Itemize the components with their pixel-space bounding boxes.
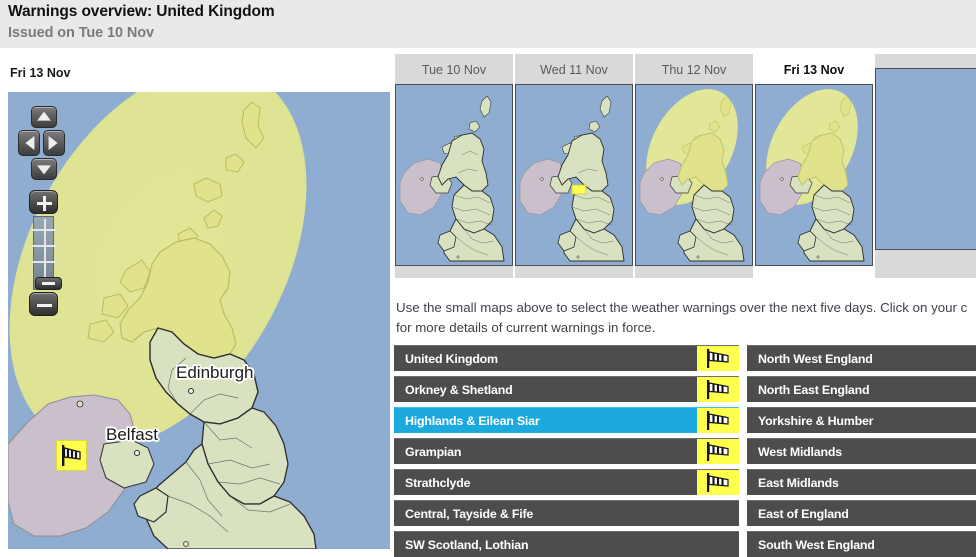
- zoom-slider[interactable]: [32, 216, 62, 290]
- pan-right-button[interactable]: [43, 130, 65, 156]
- region-column-right: North West England North East England Yo…: [747, 345, 976, 557]
- region-row-north-west-england[interactable]: North West England: [747, 345, 976, 371]
- pan-left-button[interactable]: [18, 130, 40, 156]
- map-graphic: [8, 92, 390, 549]
- region-wind-warning[interactable]: [697, 377, 739, 402]
- region-label: Strathclyde: [405, 475, 471, 490]
- region-label: Highlands & Eilean Siar: [405, 413, 540, 428]
- region-warning-list: United Kingdom Orkney & Shetland Highlan…: [394, 345, 976, 557]
- windsock-icon: [707, 410, 729, 430]
- right-panel: Tue 10 Nov Wed 11 Nov Thu 12 Nov Fri 13 …: [390, 48, 976, 557]
- region-row-orkney-shetland[interactable]: Orkney & Shetland: [394, 376, 739, 402]
- main-map-date-label: Fri 13 Nov: [10, 66, 71, 80]
- day-thumbnail-wed-11-nov[interactable]: Wed 11 Nov: [515, 54, 635, 278]
- windsock-icon: [707, 348, 729, 368]
- day-thumbnail-strip: Tue 10 Nov Wed 11 Nov Thu 12 Nov Fri 13 …: [395, 54, 976, 278]
- region-wind-warning[interactable]: [697, 470, 739, 495]
- city-dot-edinburgh: [188, 388, 194, 394]
- region-row-grampian[interactable]: Grampian: [394, 438, 739, 464]
- region-row-south-west-england[interactable]: South West England: [747, 531, 976, 557]
- region-wind-warning[interactable]: [697, 439, 739, 464]
- thumbnail-map: [755, 84, 873, 266]
- issued-date: Issued on Tue 10 Nov: [8, 25, 154, 41]
- thumbnail-map: [515, 84, 633, 266]
- region-row-north-east-england[interactable]: North East England: [747, 376, 976, 402]
- slider-tick: [32, 261, 57, 263]
- region-row-sw-scotland-lothian[interactable]: SW Scotland, Lothian: [394, 531, 739, 557]
- thumbnail-map: [395, 84, 513, 266]
- region-label: North West England: [758, 351, 873, 366]
- page-header: Warnings overview: United Kingdom Issued…: [0, 0, 976, 48]
- region-row-yorkshire-humber[interactable]: Yorkshire & Humber: [747, 407, 976, 433]
- map-navigation-controls[interactable]: [18, 106, 65, 318]
- region-label: North East England: [758, 382, 870, 397]
- slider-tick: [32, 229, 57, 231]
- day-thumbnail-tue-10-nov[interactable]: Tue 10 Nov: [395, 54, 515, 278]
- city-label-edinburgh: Edinburgh: [176, 363, 254, 382]
- thumbnail-map-graphic: [516, 85, 632, 265]
- region-row-east-midlands[interactable]: East Midlands: [747, 469, 976, 495]
- region-label: Yorkshire & Humber: [758, 413, 874, 428]
- zoom-slider-handle[interactable]: [35, 277, 62, 290]
- thumbnail-label: Fri 13 Nov: [783, 63, 845, 77]
- city-dot-belfast: [134, 450, 140, 456]
- region-label: United Kingdom: [405, 351, 498, 366]
- windsock-icon: [62, 445, 81, 466]
- interactive-map[interactable]: Edinburgh Belfast Cardiff London: [8, 92, 390, 549]
- region-label: West Midlands: [758, 444, 842, 459]
- pan-up-button[interactable]: [31, 106, 57, 128]
- region-label: SW Scotland, Lothian: [405, 537, 529, 552]
- city-label-belfast: Belfast: [106, 425, 158, 444]
- thumbnail-label: Tue 10 Nov: [421, 63, 487, 77]
- page-title: Warnings overview: United Kingdom: [8, 3, 275, 20]
- region-label: East Midlands: [758, 475, 839, 490]
- thumbnail-map: [875, 68, 976, 250]
- main-map-panel: Fri 13 Nov Edinburgh Belfast: [0, 48, 390, 549]
- day-thumbnail-fri-13-nov[interactable]: Fri 13 Nov: [755, 54, 875, 278]
- thumbnail-label: Wed 11 Nov: [540, 63, 608, 77]
- region-label: South West England: [758, 537, 875, 552]
- region-wind-warning[interactable]: [697, 346, 739, 371]
- region-row-united-kingdom[interactable]: United Kingdom: [394, 345, 739, 371]
- pan-down-button[interactable]: [31, 158, 57, 180]
- windsock-icon: [707, 472, 729, 492]
- region-row-west-midlands[interactable]: West Midlands: [747, 438, 976, 464]
- region-row-east-of-england[interactable]: East of England: [747, 500, 976, 526]
- instructions-text: Use the small maps above to select the w…: [396, 300, 968, 335]
- windsock-icon: [707, 441, 729, 461]
- region-label: East of England: [758, 506, 849, 521]
- day-thumbnail-next[interactable]: [875, 54, 976, 278]
- zoom-out-button[interactable]: [29, 292, 58, 316]
- region-label: Grampian: [405, 444, 462, 459]
- thumbnail-map: [635, 84, 753, 266]
- thumbnail-label: Thu 12 Nov: [661, 63, 727, 77]
- zoom-in-button[interactable]: [29, 190, 58, 214]
- region-wind-warning[interactable]: [697, 408, 739, 433]
- windsock-icon: [707, 379, 729, 399]
- thumbnail-map-graphic: [756, 85, 872, 265]
- slider-tick: [32, 245, 57, 247]
- region-row-highlands-eilean-siar[interactable]: Highlands & Eilean Siar: [394, 407, 739, 433]
- thumbnail-map-graphic: [636, 85, 752, 265]
- region-column-left: United Kingdom Orkney & Shetland Highlan…: [394, 345, 739, 557]
- thumbnail-map-graphic: [396, 85, 512, 265]
- day-thumbnail-thu-12-nov[interactable]: Thu 12 Nov: [635, 54, 755, 278]
- map-wind-warning-icon[interactable]: [56, 440, 87, 471]
- region-row-central-tayside-fife[interactable]: Central, Tayside & Fife: [394, 500, 739, 526]
- region-label: Central, Tayside & Fife: [405, 506, 534, 521]
- region-row-strathclyde[interactable]: Strathclyde: [394, 469, 739, 495]
- region-label: Orkney & Shetland: [405, 382, 513, 397]
